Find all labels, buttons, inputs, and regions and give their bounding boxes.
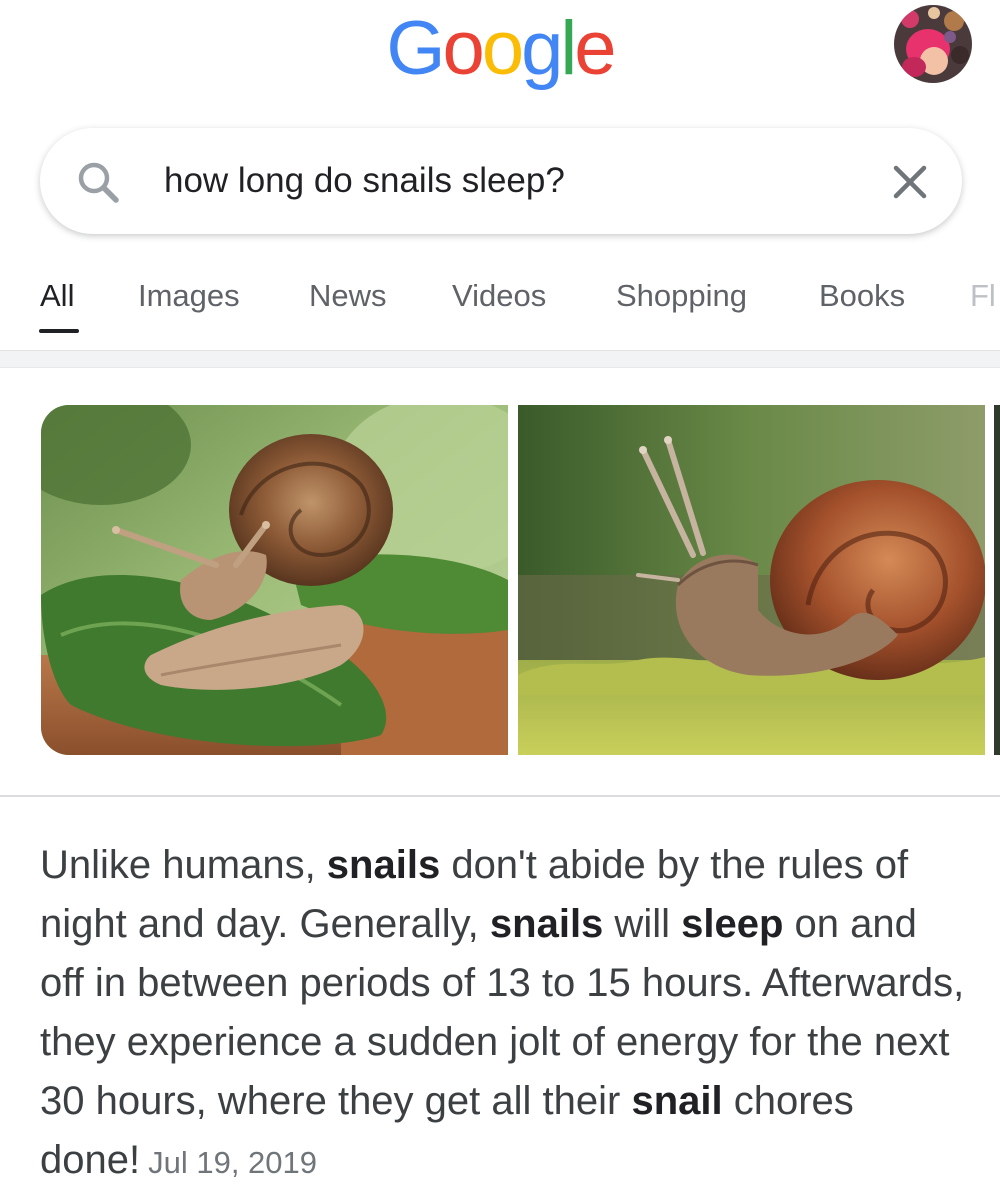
tab-news[interactable]: News [309, 276, 387, 316]
snail-on-moss-image [518, 405, 985, 755]
snippet-date: Jul 19, 2019 [148, 1145, 318, 1180]
logo-letter: o [442, 6, 485, 91]
logo-letter: e [574, 6, 616, 91]
tab-all[interactable]: All [40, 276, 74, 316]
search-tabs: All Images News Videos Shopping Books Fl [0, 250, 1000, 350]
logo-letter: o [481, 6, 524, 91]
logo-letter: g [521, 6, 563, 91]
image-result-snail-moss[interactable] [518, 405, 985, 755]
snippet-highlight: sleep [681, 902, 784, 946]
search-input[interactable]: how long do snails sleep? [164, 128, 565, 234]
logo-letter: G [386, 6, 445, 91]
image-result-snail-leaf[interactable] [41, 405, 508, 755]
tab-flights[interactable]: Fl [970, 276, 996, 316]
user-avatar-icon [894, 5, 972, 83]
active-tab-indicator [39, 329, 79, 333]
search-icon[interactable] [74, 158, 122, 206]
snippet-text: will [603, 902, 682, 946]
snippet-highlight: snails [326, 843, 441, 887]
tab-images[interactable]: Images [138, 276, 240, 316]
section-separator [0, 350, 1000, 368]
tab-books[interactable]: Books [819, 276, 905, 316]
divider [0, 795, 1000, 797]
tab-shopping[interactable]: Shopping [616, 276, 747, 316]
snippet-text: Unlike humans, [40, 843, 327, 887]
search-box[interactable]: how long do snails sleep? [40, 128, 962, 234]
image-result-partial[interactable] [994, 405, 1000, 755]
account-avatar[interactable] [894, 5, 972, 83]
featured-snippet: Unlike humans, snails don't abide by the… [40, 836, 970, 1192]
logo-letter: l [560, 6, 577, 91]
snippet-highlight: snails [489, 902, 604, 946]
header: Google [0, 0, 1000, 110]
tab-videos[interactable]: Videos [452, 276, 546, 316]
snail-on-leaf-image [41, 405, 508, 755]
google-logo[interactable]: Google [0, 4, 1000, 94]
snippet-highlight: snail [631, 1079, 723, 1123]
close-icon[interactable] [888, 160, 932, 204]
